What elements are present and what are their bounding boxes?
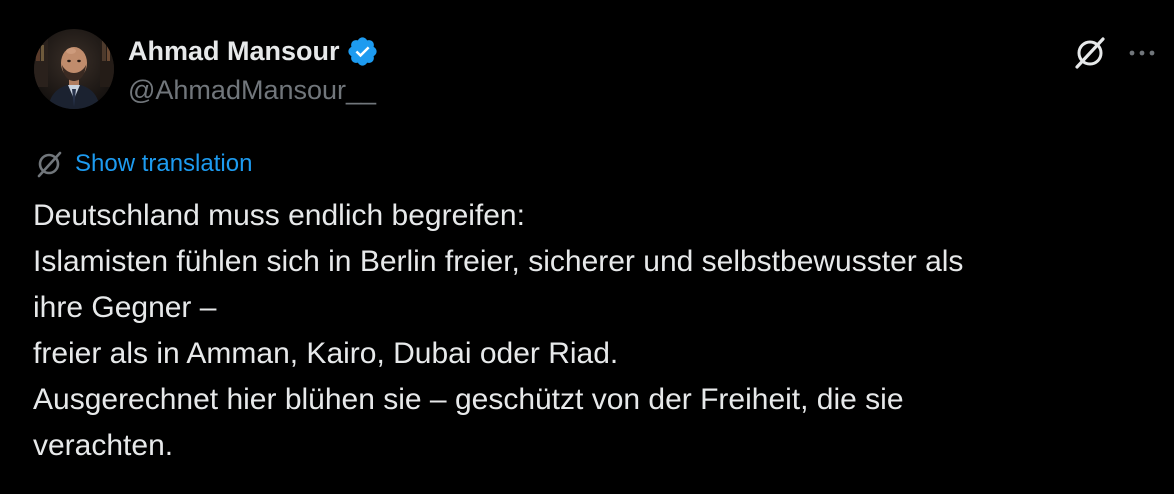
tweet-text-line: Islamisten fühlen sich in Berlin freier,… [33, 245, 964, 278]
tweet-text-line: freier als in Amman, Kairo, Dubai oder R… [33, 337, 619, 370]
profile-photo [34, 29, 114, 109]
tweet-text-line: ihre Gegner – [33, 291, 217, 324]
more-horizontal-icon[interactable] [1126, 38, 1158, 68]
translate-icon [33, 148, 65, 180]
verified-badge-icon[interactable] [346, 35, 379, 68]
show-translation-button[interactable]: Show translation [33, 148, 252, 180]
tweet-text-line: verachten. [33, 429, 174, 462]
avatar[interactable] [34, 29, 114, 109]
show-translation-label[interactable]: Show translation [75, 150, 252, 178]
tweet-text-line: Deutschland muss endlich begreifen: [33, 199, 525, 232]
author-handle[interactable]: @AhmadMansour__ [128, 75, 376, 106]
tweet-text: Deutschland muss endlich begreifen: Isla… [33, 193, 1143, 469]
tweet-text-line: Ausgerechnet hier blühen sie – geschützt… [33, 383, 904, 416]
tweet-card: Ahmad Mansour @AhmadMansour__ Show trans… [0, 0, 1174, 494]
author-display-name[interactable]: Ahmad Mansour [128, 36, 340, 67]
grok-icon[interactable] [1070, 33, 1110, 73]
author-name-row: Ahmad Mansour [128, 34, 379, 68]
